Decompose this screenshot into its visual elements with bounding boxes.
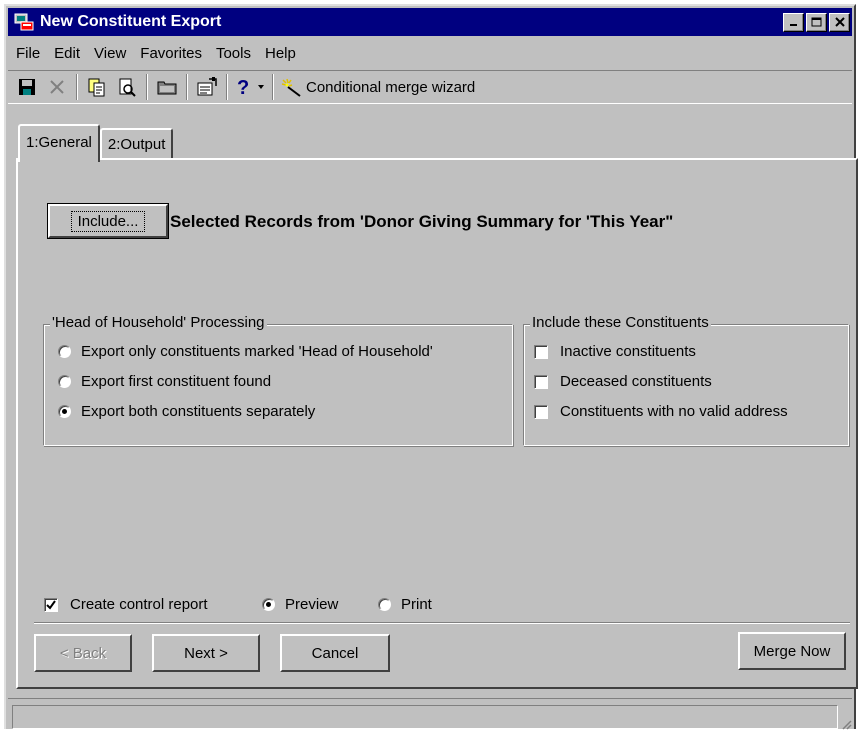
cancel-button-label: Cancel bbox=[311, 644, 359, 662]
hoh-option-marked[interactable]: Export only constituents marked 'Head of… bbox=[58, 343, 433, 360]
merge-now-button-label: Merge Now bbox=[753, 642, 831, 660]
minimize-button[interactable] bbox=[783, 12, 804, 32]
hoh-marked-label: Export only constituents marked 'Head of… bbox=[81, 343, 433, 360]
preview-radio[interactable] bbox=[262, 598, 275, 611]
help-button[interactable]: ? bbox=[234, 74, 252, 100]
save-icon bbox=[19, 79, 35, 95]
wizard-wand-icon bbox=[281, 78, 301, 97]
deceased-label: Deceased constituents bbox=[560, 373, 712, 390]
next-button-label: Next > bbox=[184, 644, 228, 662]
hoh-both-radio[interactable] bbox=[58, 405, 71, 418]
dropdown-icon bbox=[258, 85, 264, 89]
wizard-label: Conditional merge wizard bbox=[306, 78, 476, 96]
menu-edit[interactable]: Edit bbox=[48, 43, 88, 64]
back-button-label: < Back bbox=[59, 644, 107, 662]
deceased-checkbox[interactable] bbox=[534, 374, 548, 389]
tab-output[interactable]: 2:Output bbox=[99, 128, 174, 162]
status-field bbox=[12, 705, 838, 729]
title-bar[interactable]: New Constituent Export bbox=[8, 8, 852, 36]
export-window: New Constituent Export File Edit View Fa… bbox=[4, 4, 858, 730]
preview-label: Preview bbox=[285, 596, 339, 613]
menu-view[interactable]: View bbox=[88, 43, 134, 64]
svg-text:?: ? bbox=[237, 77, 249, 97]
close-button[interactable] bbox=[829, 12, 850, 32]
back-button[interactable]: < Back bbox=[34, 634, 132, 672]
head-of-household-group: 'Head of Household' Processing Export on… bbox=[43, 314, 513, 446]
maximize-button[interactable] bbox=[806, 12, 827, 32]
selected-records-text: Selected Records from 'Donor Giving Summ… bbox=[170, 212, 674, 231]
save-button[interactable] bbox=[14, 74, 40, 100]
delete-button[interactable] bbox=[44, 74, 70, 100]
properties-icon bbox=[197, 77, 217, 96]
hoh-marked-radio[interactable] bbox=[58, 345, 71, 358]
preview-option[interactable]: Preview bbox=[262, 596, 338, 613]
help-dropdown-button[interactable] bbox=[256, 74, 266, 100]
hoh-first-label: Export first constituent found bbox=[81, 373, 272, 390]
footer-divider bbox=[34, 622, 850, 624]
menu-file[interactable]: File bbox=[10, 43, 48, 64]
hoh-first-radio[interactable] bbox=[58, 375, 71, 388]
copy-icon bbox=[88, 78, 105, 97]
menu-bar: File Edit View Favorites Tools Help bbox=[8, 40, 852, 66]
tab-strip: 1:General 2:Output bbox=[18, 124, 174, 162]
radio-selected-dot bbox=[62, 409, 67, 414]
no-address-checkbox[interactable] bbox=[534, 404, 548, 419]
print-option[interactable]: Print bbox=[378, 596, 432, 613]
print-label: Print bbox=[401, 596, 432, 613]
minimize-icon bbox=[789, 24, 797, 26]
app-export-icon bbox=[14, 13, 34, 31]
toolbar-separator bbox=[186, 74, 188, 100]
next-button[interactable]: Next > bbox=[152, 634, 260, 672]
include-button[interactable]: Include... bbox=[47, 203, 169, 239]
hoh-option-first[interactable]: Export first constituent found bbox=[58, 373, 271, 390]
merge-now-button[interactable]: Merge Now bbox=[738, 632, 846, 670]
status-bar bbox=[8, 698, 852, 730]
maximize-icon bbox=[811, 17, 822, 27]
menu-favorites[interactable]: Favorites bbox=[134, 43, 210, 64]
tab-general[interactable]: 1:General bbox=[18, 124, 100, 162]
folder-icon bbox=[157, 81, 177, 95]
create-control-report-option[interactable]: Create control report bbox=[44, 596, 208, 613]
checkmark-icon bbox=[46, 599, 56, 610]
no-address-label: Constituents with no valid address bbox=[560, 403, 788, 420]
toolbar-separator bbox=[272, 74, 274, 100]
include-deceased-option[interactable]: Deceased constituents bbox=[534, 373, 712, 390]
include-button-label: Include... bbox=[70, 210, 146, 232]
conditional-merge-wizard-button[interactable]: Conditional merge wizard bbox=[280, 77, 475, 97]
toolbar: ? Conditional merge wizard bbox=[8, 70, 852, 104]
inactive-checkbox[interactable] bbox=[534, 344, 548, 359]
open-folder-button[interactable] bbox=[154, 74, 180, 100]
print-radio[interactable] bbox=[378, 598, 391, 611]
copy-button[interactable] bbox=[84, 74, 110, 100]
general-tab-panel: Include... Selected Records from 'Donor … bbox=[16, 158, 858, 689]
head-of-household-legend: 'Head of Household' Processing bbox=[50, 314, 267, 331]
cancel-button[interactable]: Cancel bbox=[280, 634, 390, 672]
print-preview-icon bbox=[119, 78, 136, 97]
menu-tools[interactable]: Tools bbox=[210, 43, 259, 64]
close-icon bbox=[834, 17, 845, 27]
delete-icon bbox=[50, 80, 64, 94]
toolbar-separator bbox=[226, 74, 228, 100]
menu-help[interactable]: Help bbox=[259, 43, 304, 64]
window-title: New Constituent Export bbox=[40, 13, 222, 30]
include-inactive-option[interactable]: Inactive constituents bbox=[534, 343, 696, 360]
properties-button[interactable] bbox=[194, 74, 220, 100]
print-preview-button[interactable] bbox=[114, 74, 140, 100]
include-constituents-legend: Include these Constituents bbox=[530, 314, 711, 331]
create-control-report-label: Create control report bbox=[70, 596, 208, 613]
hoh-both-label: Export both constituents separately bbox=[81, 403, 316, 420]
include-no-address-option[interactable]: Constituents with no valid address bbox=[534, 403, 788, 420]
radio-selected-dot bbox=[266, 602, 271, 607]
hoh-option-both[interactable]: Export both constituents separately bbox=[58, 403, 315, 420]
toolbar-separator bbox=[76, 74, 78, 100]
inactive-label: Inactive constituents bbox=[560, 343, 696, 360]
toolbar-separator bbox=[146, 74, 148, 100]
help-icon: ? bbox=[237, 77, 249, 97]
resize-grip-icon[interactable] bbox=[840, 718, 852, 730]
include-constituents-group: Include these Constituents Inactive cons… bbox=[523, 314, 849, 446]
create-control-report-checkbox[interactable] bbox=[44, 597, 58, 612]
